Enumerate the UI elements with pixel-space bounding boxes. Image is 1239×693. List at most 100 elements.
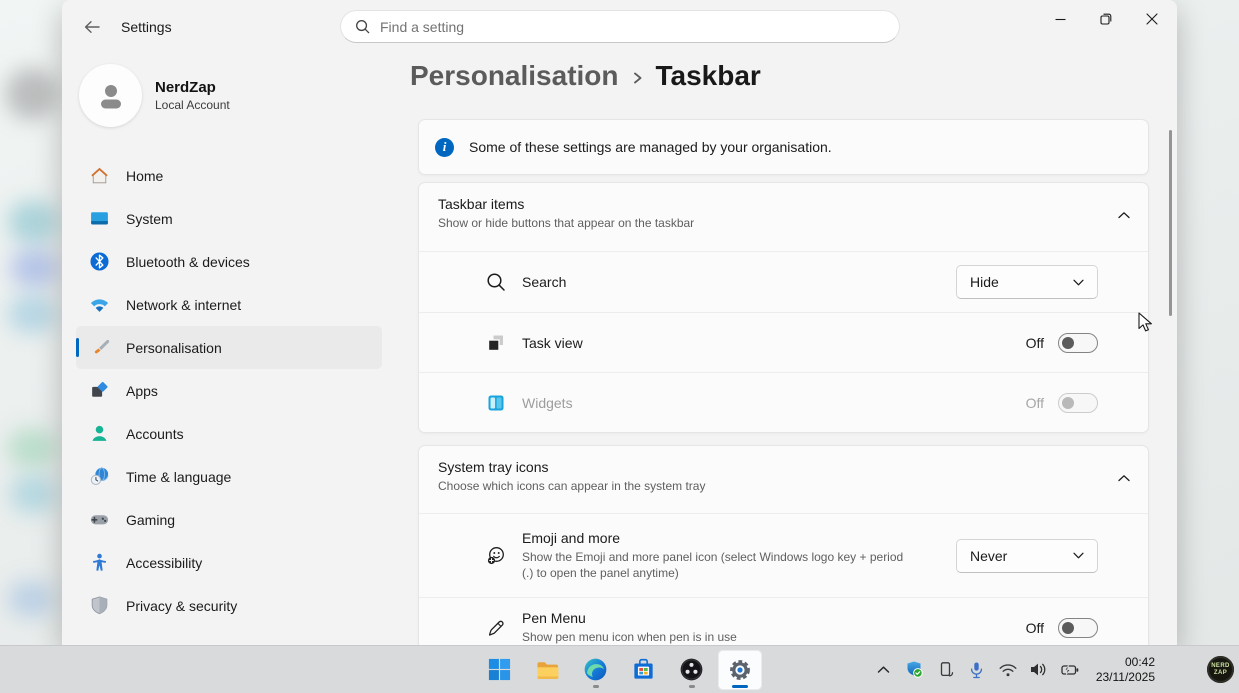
sidebar-item-label: Gaming: [126, 512, 175, 528]
setting-label: Task view: [522, 335, 583, 351]
setting-label: Search: [522, 274, 566, 290]
windows-start-icon: [487, 657, 512, 682]
pen-menu-toggle[interactable]: [1058, 618, 1098, 638]
breadcrumb-current: Taskbar: [656, 60, 761, 92]
desktop-blob: [6, 68, 58, 120]
sidebar-item-system[interactable]: System: [76, 197, 382, 240]
portable-device-icon[interactable]: [936, 660, 956, 680]
toggle-state-label: Off: [1026, 335, 1044, 351]
back-button[interactable]: [76, 13, 108, 40]
search-input[interactable]: [380, 19, 885, 35]
gear-icon: [727, 657, 753, 683]
setting-row-search: Search Hide: [419, 251, 1148, 312]
setting-row-task-view: Task view Off: [419, 312, 1148, 372]
toggle-state-label: Off: [1026, 620, 1044, 636]
restore-icon: [1100, 13, 1112, 25]
start-button[interactable]: [478, 650, 522, 690]
sidebar-item-label: Network & internet: [126, 297, 241, 313]
dropdown-value: Never: [970, 548, 1007, 564]
desktop-blob: [8, 580, 54, 618]
time-language-icon: [89, 466, 110, 487]
close-icon: [1146, 13, 1158, 25]
emoji-visibility-dropdown[interactable]: Never: [956, 539, 1098, 573]
search-visibility-dropdown[interactable]: Hide: [956, 265, 1098, 299]
sidebar-nav: Home System Bluetooth & devices: [76, 154, 382, 627]
sidebar-item-bluetooth-devices[interactable]: Bluetooth & devices: [76, 240, 382, 283]
setting-description: Show the Emoji and more panel icon (sele…: [522, 549, 907, 581]
store-icon: [631, 657, 656, 682]
volume-icon[interactable]: [1029, 660, 1049, 680]
sidebar-item-label: Home: [126, 168, 163, 184]
breadcrumb: Personalisation Taskbar: [410, 60, 761, 92]
setting-row-pen-menu: Pen Menu Show pen menu icon when pen is …: [419, 597, 1148, 645]
account-text: NerdZap Local Account: [155, 79, 230, 112]
group-subtitle: Show or hide buttons that appear on the …: [438, 216, 1128, 230]
watermark-line1: NERD: [1211, 663, 1230, 670]
restore-button[interactable]: [1083, 0, 1129, 38]
sidebar-item-label: Accounts: [126, 426, 184, 442]
home-icon: [89, 165, 110, 186]
sidebar-item-network-internet[interactable]: Network & internet: [76, 283, 382, 326]
chevron-right-icon: [632, 69, 643, 87]
sidebar-item-label: Privacy & security: [126, 598, 237, 614]
obs-studio-button[interactable]: [670, 650, 714, 690]
close-button[interactable]: [1129, 0, 1175, 38]
battery-icon[interactable]: [1060, 660, 1080, 680]
taskbar-items-header[interactable]: Taskbar items Show or hide buttons that …: [419, 183, 1148, 251]
desktop-blob: [8, 200, 58, 244]
setting-label: Pen Menu: [522, 610, 737, 626]
collapse-button[interactable]: [1117, 208, 1131, 222]
sidebar-item-home[interactable]: Home: [76, 154, 382, 197]
group-title: System tray icons: [438, 459, 1128, 475]
sidebar-item-time-language[interactable]: Time & language: [76, 455, 382, 498]
desktop-blob: [8, 294, 56, 334]
sidebar-item-gaming[interactable]: Gaming: [76, 498, 382, 541]
chevron-up-icon: [1118, 211, 1130, 219]
task-view-toggle[interactable]: [1058, 333, 1098, 353]
obs-icon: [679, 657, 704, 682]
setting-row-emoji: Emoji and more Show the Emoji and more p…: [419, 513, 1148, 597]
chevron-up-icon: [1118, 474, 1130, 482]
app-title: Settings: [121, 19, 172, 35]
scrollbar[interactable]: [1169, 130, 1172, 316]
sidebar-item-accessibility[interactable]: Accessibility: [76, 541, 382, 584]
system-tray-icons-group: System tray icons Choose which icons can…: [418, 445, 1149, 645]
chevron-down-icon: [1073, 279, 1084, 286]
wifi-icon[interactable]: [998, 660, 1018, 680]
dropdown-value: Hide: [970, 274, 999, 290]
settings-window: Settings: [62, 0, 1177, 645]
sidebar-item-apps[interactable]: Apps: [76, 369, 382, 412]
taskbar-pinned-apps: [476, 646, 764, 693]
clock-date: 23/11/2025: [1096, 670, 1155, 685]
sidebar-item-personalisation[interactable]: Personalisation: [76, 326, 382, 369]
back-arrow-icon: [84, 20, 100, 34]
managed-settings-banner: i Some of these settings are managed by …: [418, 119, 1149, 175]
system-tray-icons-header[interactable]: System tray icons Choose which icons can…: [419, 446, 1148, 513]
sidebar: NerdZap Local Account Home: [62, 52, 394, 645]
breadcrumb-parent[interactable]: Personalisation: [410, 60, 619, 92]
desktop-blob: [8, 428, 56, 468]
microphone-icon[interactable]: [967, 660, 987, 680]
search-box[interactable]: [340, 10, 900, 43]
minimize-icon: [1055, 14, 1066, 25]
account-card[interactable]: NerdZap Local Account: [79, 64, 230, 127]
windows-security-icon[interactable]: [905, 660, 925, 680]
taskbar-clock[interactable]: 00:42 23/11/2025: [1096, 655, 1155, 685]
widgets-toggle: [1058, 393, 1098, 413]
edge-button[interactable]: [574, 650, 618, 690]
hidden-icons-chevron[interactable]: [874, 660, 894, 680]
system-icon: [89, 208, 110, 229]
microsoft-store-button[interactable]: [622, 650, 666, 690]
collapse-button[interactable]: [1117, 471, 1131, 485]
main-content: Personalisation Taskbar i Some of these …: [418, 52, 1149, 645]
titlebar: Settings: [62, 0, 1177, 52]
taskbar: 00:42 23/11/2025: [0, 645, 1239, 693]
gaming-icon: [89, 509, 110, 530]
privacy-icon: [89, 595, 110, 616]
settings-button[interactable]: [718, 650, 762, 690]
sidebar-item-accounts[interactable]: Accounts: [76, 412, 382, 455]
minimize-button[interactable]: [1037, 0, 1083, 38]
sidebar-item-privacy-security[interactable]: Privacy & security: [76, 584, 382, 627]
setting-description: Show pen menu icon when pen is in use: [522, 629, 737, 645]
file-explorer-button[interactable]: [526, 650, 570, 690]
